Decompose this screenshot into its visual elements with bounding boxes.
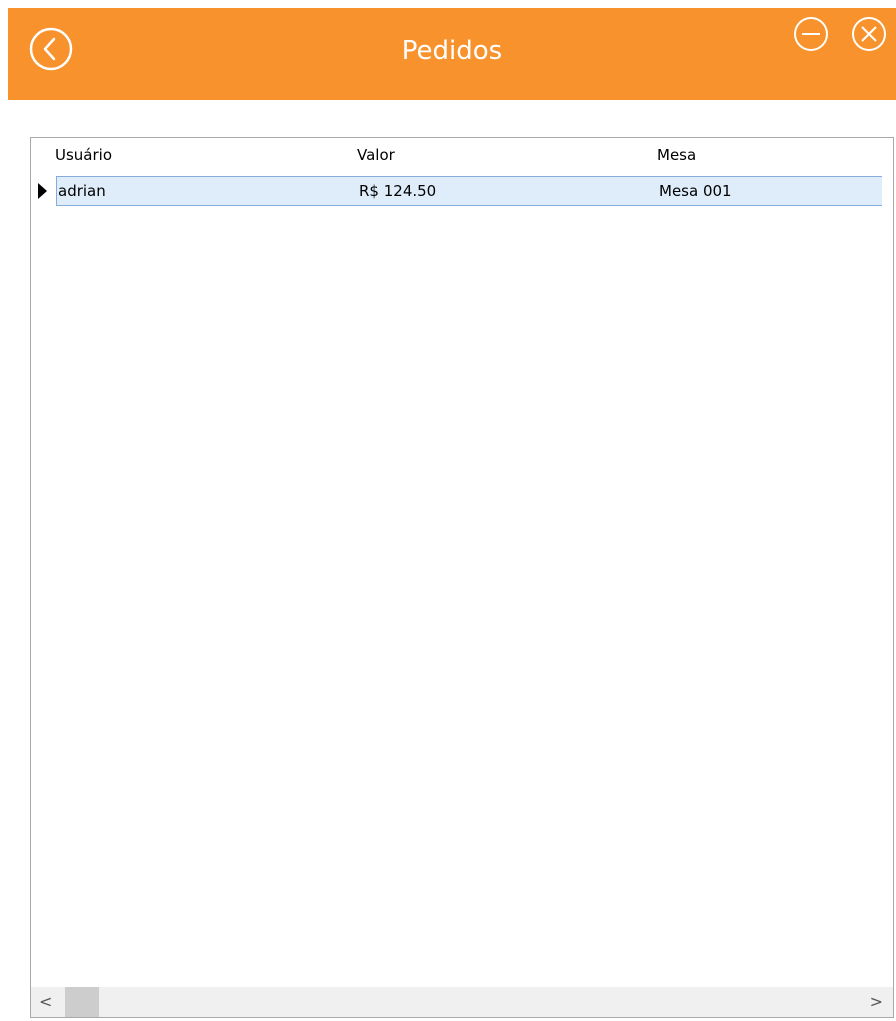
orders-grid[interactable]: Usuário Valor Mesa adrian R$ 124.50 Mesa… [30, 137, 894, 1018]
column-header-valor[interactable]: Valor [357, 146, 395, 164]
minus-circle-icon [794, 17, 828, 51]
row-indicator-icon [38, 183, 47, 199]
column-header-usuario[interactable]: Usuário [55, 146, 112, 164]
scrollbar-thumb[interactable] [65, 987, 99, 1017]
close-button[interactable] [849, 14, 889, 54]
scroll-left-button[interactable]: < [39, 992, 52, 1011]
cell-mesa[interactable]: Mesa 001 [659, 182, 732, 200]
table-row[interactable]: adrian R$ 124.50 Mesa 001 [35, 176, 896, 206]
row-selection-highlight [56, 176, 882, 206]
cell-usuario[interactable]: adrian [58, 182, 106, 200]
scroll-right-button[interactable]: > [870, 992, 883, 1011]
column-header-mesa[interactable]: Mesa [657, 146, 696, 164]
title-bar: Pedidos [8, 8, 896, 100]
grid-header: Usuário Valor Mesa [31, 138, 893, 174]
cell-valor[interactable]: R$ 124.50 [359, 182, 436, 200]
window-title: Pedidos [401, 36, 503, 66]
close-circle-icon [852, 17, 886, 51]
horizontal-scrollbar[interactable]: < > [31, 987, 893, 1017]
minimize-button[interactable] [791, 14, 831, 54]
row-selection-edge [56, 176, 57, 206]
